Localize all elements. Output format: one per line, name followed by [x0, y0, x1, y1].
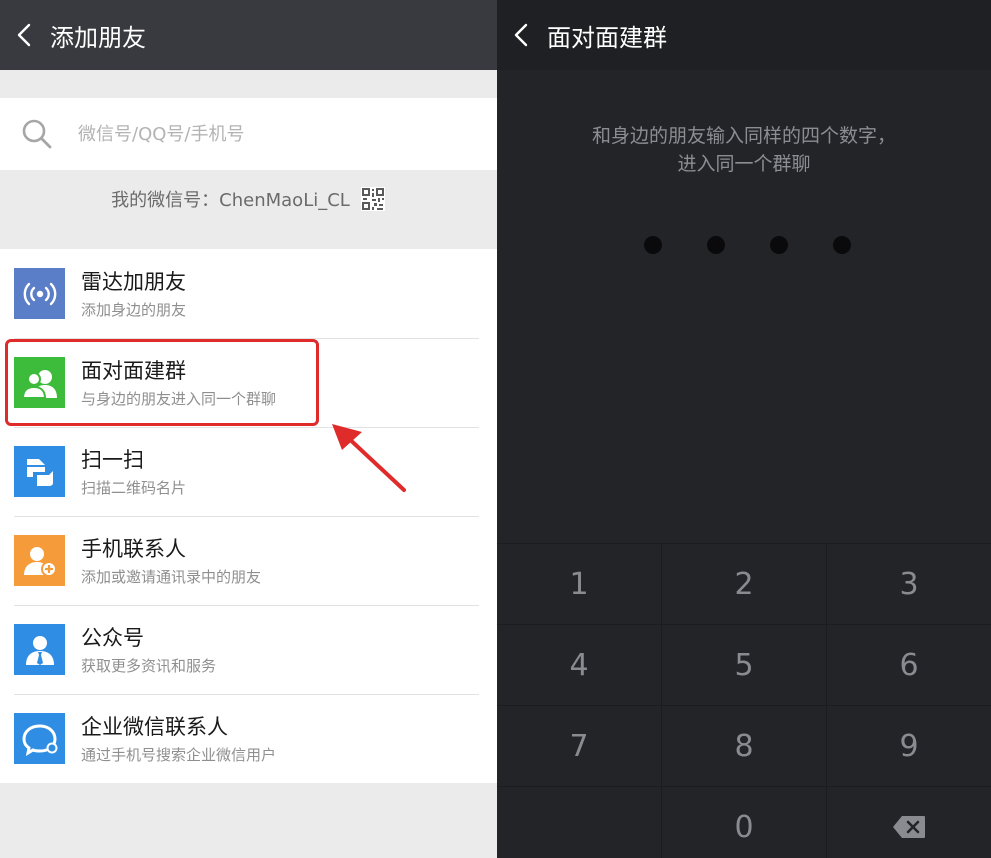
- key-6[interactable]: 6: [827, 625, 991, 705]
- face-to-face-group-icon: [14, 357, 65, 408]
- key-5[interactable]: 5: [662, 625, 827, 705]
- item-title: 雷达加朋友: [81, 269, 186, 294]
- wecom-icon: [14, 713, 65, 764]
- item-subtitle: 添加身边的朋友: [81, 300, 187, 319]
- key-label: 0: [734, 809, 754, 845]
- key-label: 7: [569, 728, 589, 764]
- item-title: 面对面建群: [81, 358, 186, 383]
- key-label: 5: [734, 647, 754, 683]
- face-to-face-group-screen: 面对面建群 和身边的朋友输入同样的四个数字， 进入同一个群聊 1 2 3 4 5 6 7 8 9…: [497, 0, 991, 858]
- keypad-row: 0: [497, 787, 991, 858]
- page-title-left: 添加朋友: [50, 23, 146, 52]
- key-label: 6: [899, 647, 919, 683]
- radar-icon: [14, 268, 65, 319]
- key-7[interactable]: 7: [497, 706, 662, 786]
- phone-contacts-icon: [14, 535, 65, 586]
- key-label: 1: [569, 566, 589, 602]
- code-dot: [833, 236, 851, 254]
- key-label: 4: [569, 647, 589, 683]
- instruction-line-1: 和身边的朋友输入同样的四个数字，: [591, 125, 896, 147]
- key-8[interactable]: 8: [662, 706, 827, 786]
- keypad-row: 4 5 6: [497, 625, 991, 706]
- key-4[interactable]: 4: [497, 625, 662, 705]
- key-3[interactable]: 3: [827, 544, 991, 624]
- menu-item-wecom-contacts[interactable]: 企业微信联系人 通过手机号搜索企业微信用户: [0, 694, 497, 783]
- back-button-left[interactable]: [2, 0, 46, 70]
- item-title: 公众号: [81, 625, 144, 650]
- search-icon: [22, 119, 52, 149]
- code-dot: [644, 236, 662, 254]
- menu-item-face-to-face-group[interactable]: 面对面建群 与身边的朋友进入同一个群聊: [0, 338, 497, 427]
- item-subtitle: 与身边的朋友进入同一个群聊: [81, 389, 277, 408]
- item-title: 手机联系人: [81, 536, 186, 561]
- backspace-icon: [893, 816, 925, 838]
- key-0[interactable]: 0: [662, 787, 827, 858]
- official-account-icon: [14, 624, 65, 675]
- scan-icon: [14, 446, 65, 497]
- keypad-row: 7 8 9: [497, 706, 991, 787]
- menu-item-phone-contacts[interactable]: 手机联系人 添加或邀请通讯录中的朋友: [0, 516, 497, 605]
- code-dot: [770, 236, 788, 254]
- back-button-right[interactable]: [499, 0, 543, 70]
- add-friends-screen: 添加朋友 我的微信号：ChenMaoLi_CL: [0, 0, 497, 858]
- code-entry-dots: [497, 236, 991, 256]
- backspace-button[interactable]: [827, 787, 991, 858]
- right-header: 面对面建群: [497, 0, 991, 70]
- instruction-text: 和身边的朋友输入同样的四个数字， 进入同一个群聊: [497, 122, 991, 178]
- keypad-blank: [497, 787, 662, 858]
- menu-item-radar[interactable]: 雷达加朋友 添加身边的朋友: [0, 249, 497, 338]
- item-subtitle: 获取更多资讯和服务: [81, 656, 217, 675]
- item-subtitle: 通过手机号搜索企业微信用户: [81, 745, 277, 764]
- left-header: 添加朋友: [0, 0, 497, 70]
- menu-item-official-accounts[interactable]: 公众号 获取更多资讯和服务: [0, 605, 497, 694]
- key-label: 8: [734, 728, 754, 764]
- qr-code-icon[interactable]: [360, 186, 386, 212]
- add-friend-options: 雷达加朋友 添加身边的朋友 面对面建群 与身边的朋友进入同一个群聊 扫一扫 扫描…: [0, 249, 497, 783]
- code-dot: [707, 236, 725, 254]
- menu-item-scan[interactable]: 扫一扫 扫描二维码名片: [0, 427, 497, 516]
- instruction-line-2: 进入同一个群聊: [677, 153, 811, 175]
- number-keypad: 1 2 3 4 5 6 7 8 9 0: [497, 543, 991, 858]
- item-title: 企业微信联系人: [81, 714, 228, 739]
- key-label: 3: [899, 566, 919, 602]
- chevron-left-icon: [514, 23, 528, 47]
- key-9[interactable]: 9: [827, 706, 991, 786]
- my-wechat-id: 我的微信号：ChenMaoLi_CL: [111, 190, 350, 211]
- key-2[interactable]: 2: [662, 544, 827, 624]
- keypad-row: 1 2 3: [497, 544, 991, 625]
- page-title-right: 面对面建群: [547, 23, 667, 52]
- item-title: 扫一扫: [81, 447, 144, 472]
- item-subtitle: 扫描二维码名片: [81, 478, 187, 497]
- chevron-left-icon: [17, 23, 31, 47]
- item-subtitle: 添加或邀请通讯录中的朋友: [81, 567, 262, 586]
- search-input[interactable]: [78, 123, 458, 145]
- my-wechat-id-row[interactable]: 我的微信号：ChenMaoLi_CL: [0, 170, 497, 228]
- key-1[interactable]: 1: [497, 544, 662, 624]
- key-label: 9: [899, 728, 919, 764]
- key-label: 2: [734, 566, 754, 602]
- search-bar[interactable]: [0, 98, 497, 170]
